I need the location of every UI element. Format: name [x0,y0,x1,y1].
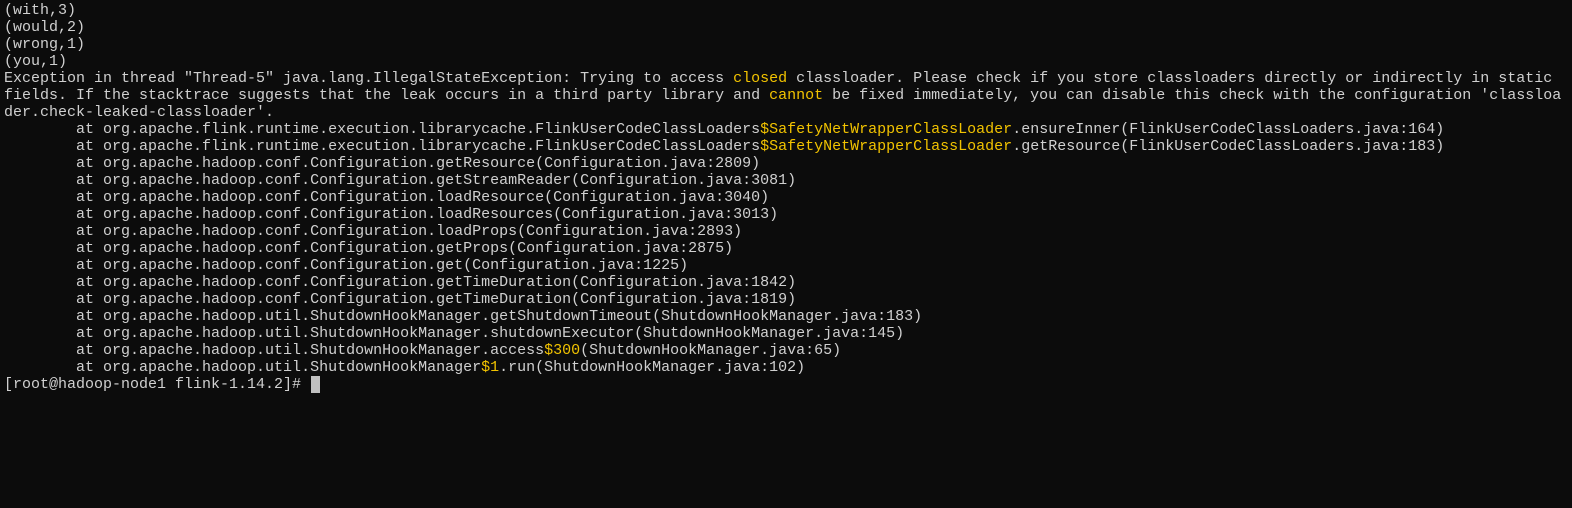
stacktrace-line: at org.apache.hadoop.util.ShutdownHookMa… [4,359,805,376]
stacktrace-text: .run(ShutdownHookManager.java:102) [499,359,805,376]
stacktrace-line: at org.apache.hadoop.conf.Configuration.… [4,172,796,189]
stacktrace-text: org.apache.hadoop.conf.Configuration.get… [103,274,796,291]
exception-text: Exception in thread "Thread-5" java.lang… [4,70,733,87]
stacktrace-text: org.apache.hadoop.conf.Configuration.loa… [103,206,778,223]
cursor-icon [311,376,320,393]
stacktrace-line: at org.apache.flink.runtime.execution.li… [4,121,1444,138]
shell-prompt[interactable]: [root@hadoop-node1 flink-1.14.2]# [4,376,310,393]
stacktrace-line: at org.apache.hadoop.conf.Configuration.… [4,189,769,206]
stacktrace-line: at org.apache.hadoop.conf.Configuration.… [4,223,742,240]
stacktrace-text: (ShutdownHookManager.java:65) [580,342,841,359]
stacktrace-line: at org.apache.flink.runtime.execution.li… [4,138,1444,155]
stacktrace-line: at org.apache.hadoop.conf.Configuration.… [4,291,796,308]
stacktrace-line: at org.apache.hadoop.util.ShutdownHookMa… [4,325,904,342]
stacktrace-text: org.apache.hadoop.conf.Configuration.get… [103,257,688,274]
stacktrace-text: org.apache.hadoop.util.ShutdownHookManag… [103,308,922,325]
stacktrace-text: org.apache.hadoop.conf.Configuration.get… [103,240,733,257]
stacktrace-text: org.apache.flink.runtime.execution.libra… [103,138,760,155]
output-line: (with,3) [4,2,76,19]
stacktrace-text: org.apache.hadoop.conf.Configuration.loa… [103,189,769,206]
stacktrace-text: org.apache.hadoop.conf.Configuration.get… [103,172,796,189]
output-line: (wrong,1) [4,36,85,53]
stacktrace-text: org.apache.hadoop.util.ShutdownHookManag… [103,325,904,342]
exception-header: Exception in thread "Thread-5" java.lang… [4,70,1561,121]
stacktrace-text: .getResource(FlinkUserCodeClassLoaders.j… [1012,138,1444,155]
stacktrace-text: org.apache.hadoop.util.ShutdownHookManag… [103,359,481,376]
stacktrace-text: org.apache.hadoop.util.ShutdownHookManag… [103,342,544,359]
stacktrace-line: at org.apache.hadoop.conf.Configuration.… [4,155,760,172]
stacktrace-text: $1 [481,359,499,376]
stacktrace-text: .ensureInner(FlinkUserCodeClassLoaders.j… [1012,121,1444,138]
stacktrace-line: at org.apache.hadoop.util.ShutdownHookMa… [4,308,922,325]
exception-text: cannot [769,87,823,104]
terminal-output[interactable]: (with,3) (would,2) (wrong,1) (you,1) Exc… [0,0,1572,393]
stacktrace-line: at org.apache.hadoop.conf.Configuration.… [4,240,733,257]
stacktrace-line: at org.apache.hadoop.conf.Configuration.… [4,257,688,274]
stacktrace-text: org.apache.flink.runtime.execution.libra… [103,121,760,138]
stacktrace-text: $SafetyNetWrapperClassLoader [760,138,1012,155]
output-line: (would,2) [4,19,85,36]
stacktrace-text: org.apache.hadoop.conf.Configuration.loa… [103,223,742,240]
stacktrace-line: at org.apache.hadoop.conf.Configuration.… [4,274,796,291]
stacktrace-text: $SafetyNetWrapperClassLoader [760,121,1012,138]
stacktrace-line: at org.apache.hadoop.util.ShutdownHookMa… [4,342,841,359]
stacktrace-text: $300 [544,342,580,359]
stacktrace-line: at org.apache.hadoop.conf.Configuration.… [4,206,778,223]
stacktrace-text: org.apache.hadoop.conf.Configuration.get… [103,291,796,308]
exception-text: closed [733,70,787,87]
stacktrace-text: org.apache.hadoop.conf.Configuration.get… [103,155,760,172]
output-line: (you,1) [4,53,67,70]
